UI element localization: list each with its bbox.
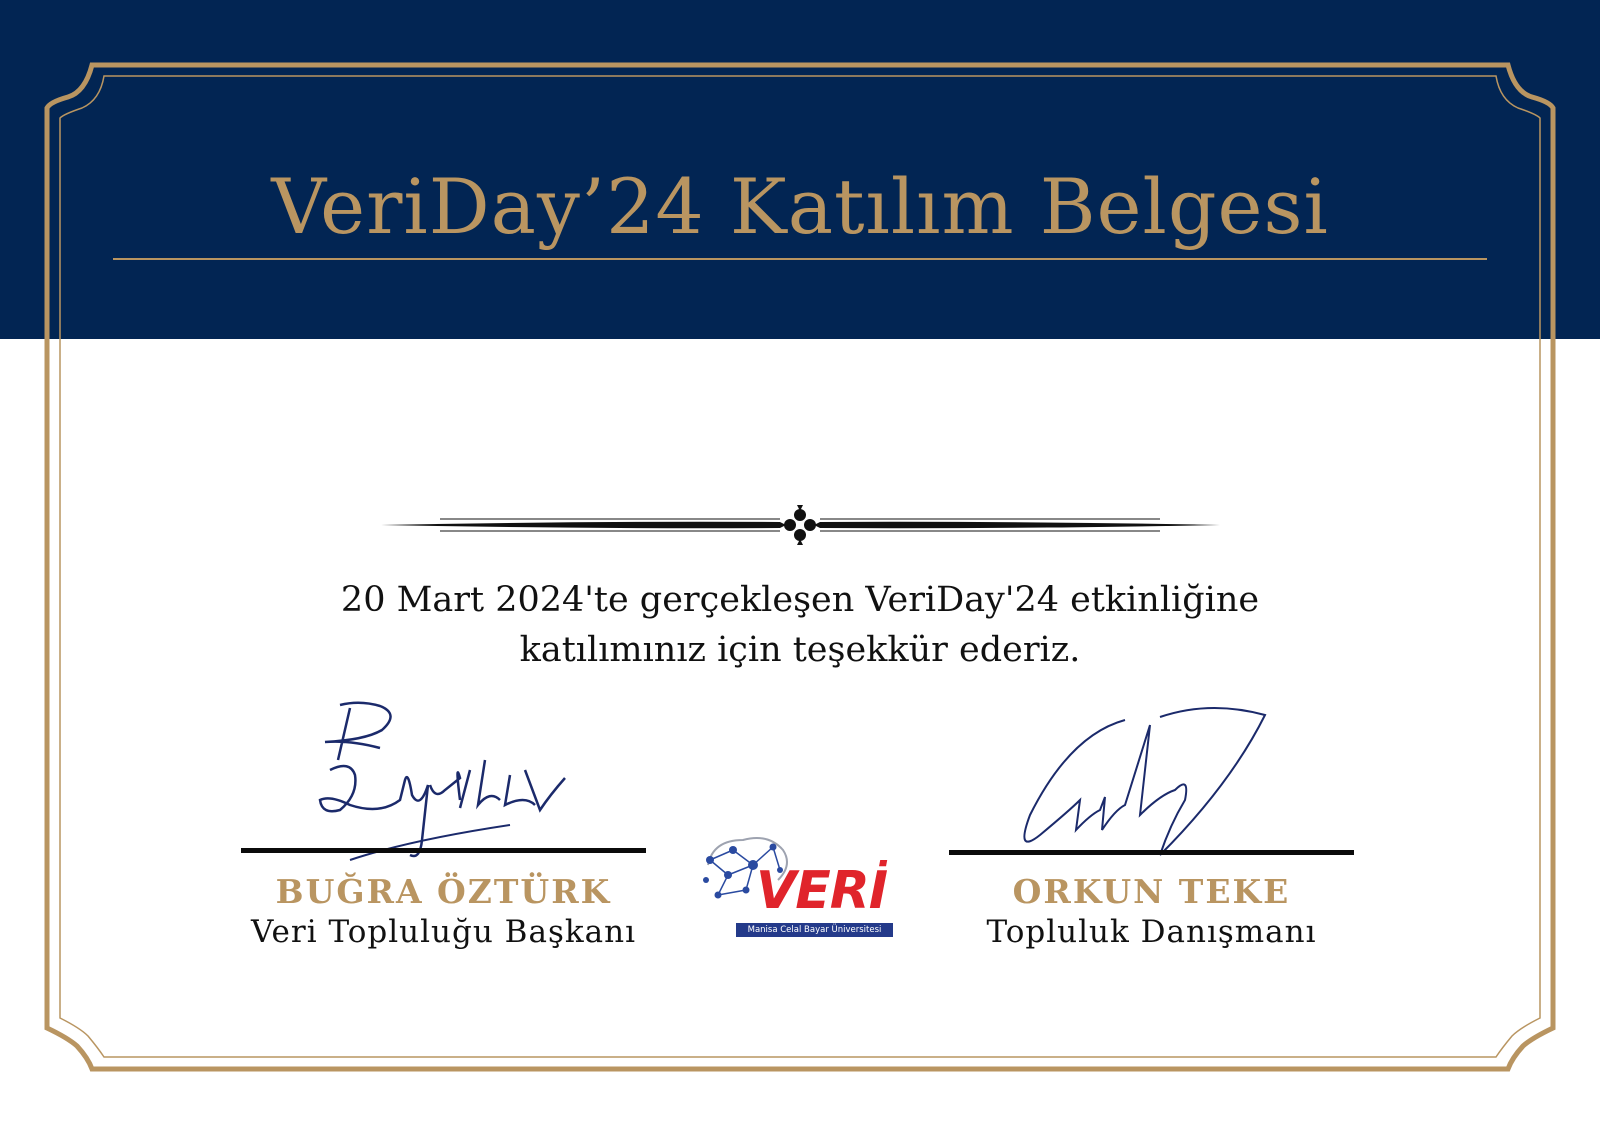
title-underline <box>113 258 1487 260</box>
ornamental-divider <box>380 505 1220 545</box>
logo-subtitle: Manisa Celal Bayar Üniversitesi <box>736 923 893 937</box>
signatory-name-left: BUĞRA ÖZTÜRK <box>275 872 612 911</box>
certificate-title: VeriDay’24 Katılım Belgesi <box>271 162 1329 251</box>
fleuron-icon <box>780 505 820 545</box>
signatory-role-right: Topluluk Danışmanı <box>986 914 1317 950</box>
signature-left <box>318 701 566 861</box>
signatory-name-right: ORKUN TEKE <box>1012 872 1291 911</box>
message-line-2: katılımınız için teşekkür ederiz. <box>519 630 1081 670</box>
veri-community-logo: VERİ Manisa Celal Bayar Üniversitesi <box>698 835 898 940</box>
logo-wordmark: VERİ <box>756 861 888 921</box>
message-line-1: 20 Mart 2024'te gerçekleşen VeriDay'24 e… <box>340 580 1260 620</box>
signature-line-right <box>949 850 1354 855</box>
certificate-message: 20 Mart 2024'te gerçekleşen VeriDay'24 e… <box>0 575 1600 675</box>
signature-line-left <box>241 848 646 853</box>
signatory-role-left: Veri Topluluğu Başkanı <box>251 914 636 950</box>
